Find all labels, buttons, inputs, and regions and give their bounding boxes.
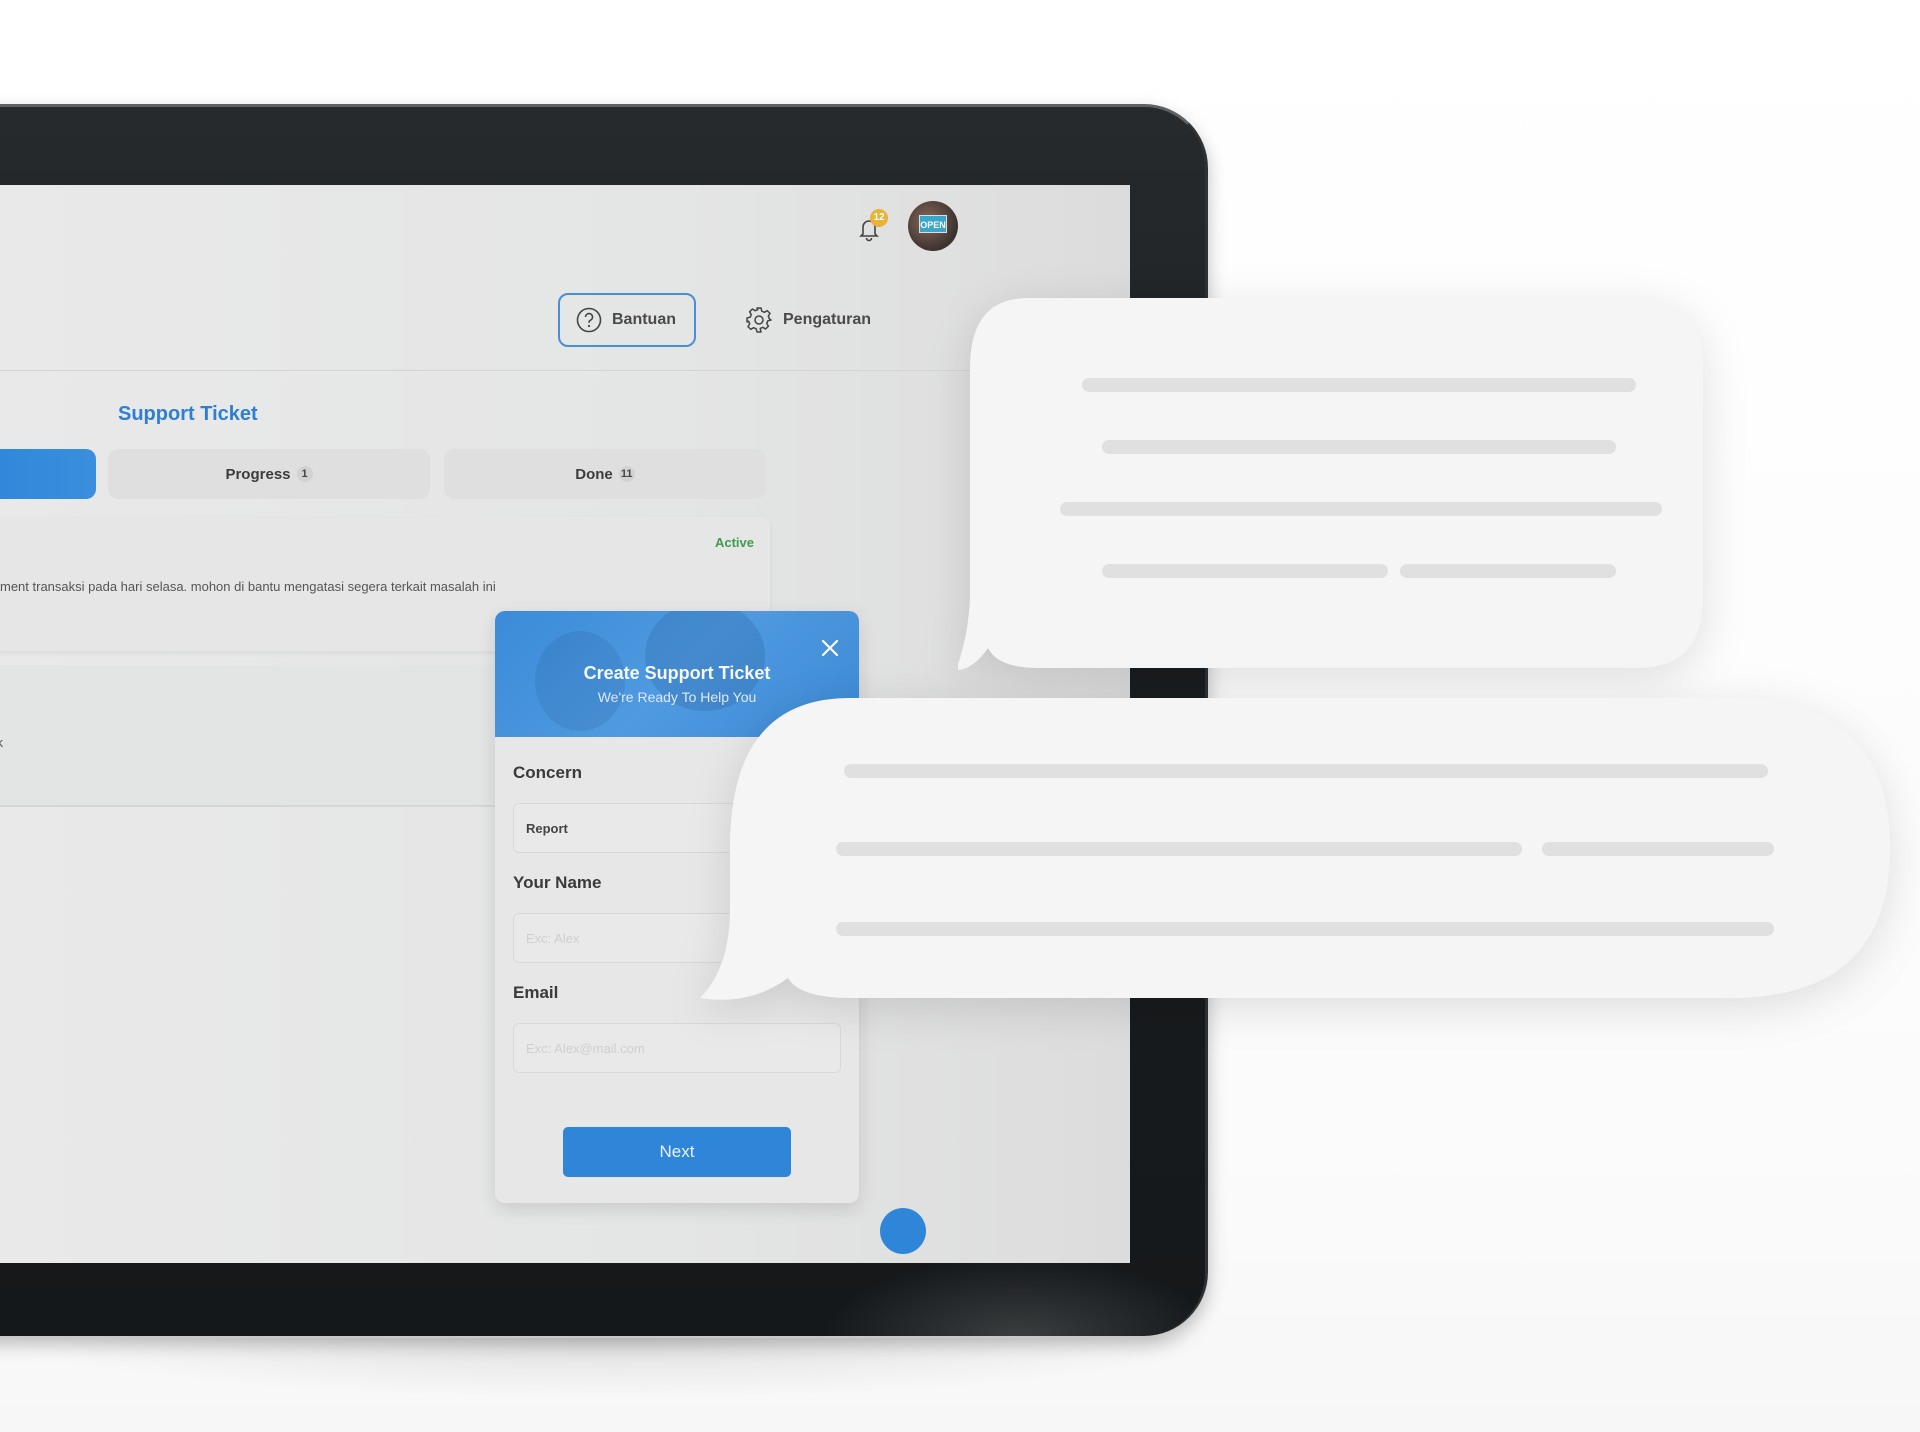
placeholder-line <box>1400 564 1616 578</box>
question-circle-icon <box>576 307 602 333</box>
email-label: Email <box>513 983 559 1002</box>
placeholder-line <box>836 842 1522 856</box>
avatar-image-sign: OPEN <box>919 215 947 233</box>
modal-title: Create Support Ticket <box>583 663 771 683</box>
help-button-label: Bantuan <box>612 311 676 328</box>
close-icon[interactable] <box>819 637 841 659</box>
speech-bubble-shape <box>958 298 1703 670</box>
placeholder-line <box>836 922 1774 936</box>
placeholder-line <box>1060 502 1662 516</box>
notification-badge: 12 <box>870 209 888 227</box>
concern-label: Concern <box>513 763 582 782</box>
ticket-text-fragment: ck <box>0 735 3 750</box>
help-button[interactable]: Bantuan <box>558 293 696 347</box>
tab-progress-count: 1 <box>296 466 313 482</box>
settings-button-label: Pengaturan <box>783 311 872 328</box>
floating-chat-button[interactable] <box>880 1208 926 1254</box>
tab-done-label: Done <box>575 465 613 483</box>
page-title: Support Ticket <box>118 403 258 425</box>
status-badge: Active <box>714 535 754 550</box>
gear-icon <box>746 307 772 333</box>
placeholder-line <box>1542 842 1774 856</box>
placeholder-line <box>1102 440 1616 454</box>
settings-button[interactable]: Pengaturan <box>745 293 871 347</box>
placeholder-line <box>1082 378 1636 392</box>
avatar[interactable]: OPEN <box>908 201 958 251</box>
tab-done-count: 11 <box>618 466 635 482</box>
placeholder-line <box>1102 564 1388 578</box>
name-label: Your Name <box>513 873 602 892</box>
tab-done[interactable]: Done 11 <box>444 449 766 499</box>
email-input[interactable] <box>513 1023 841 1073</box>
speech-bubble-bottom <box>700 688 1900 1000</box>
ticket-description: ment transaksi pada hari selasa. mohon d… <box>0 579 496 594</box>
tab-progress[interactable]: Progress 1 <box>108 449 430 499</box>
header-divider <box>0 370 980 371</box>
tablet-shadow <box>0 1338 1230 1398</box>
tab-progress-label: Progress <box>225 465 291 483</box>
speech-bubble-top <box>958 298 1718 674</box>
tab-active[interactable] <box>0 449 96 499</box>
next-button[interactable]: Next <box>563 1127 791 1177</box>
placeholder-line <box>844 764 1768 778</box>
